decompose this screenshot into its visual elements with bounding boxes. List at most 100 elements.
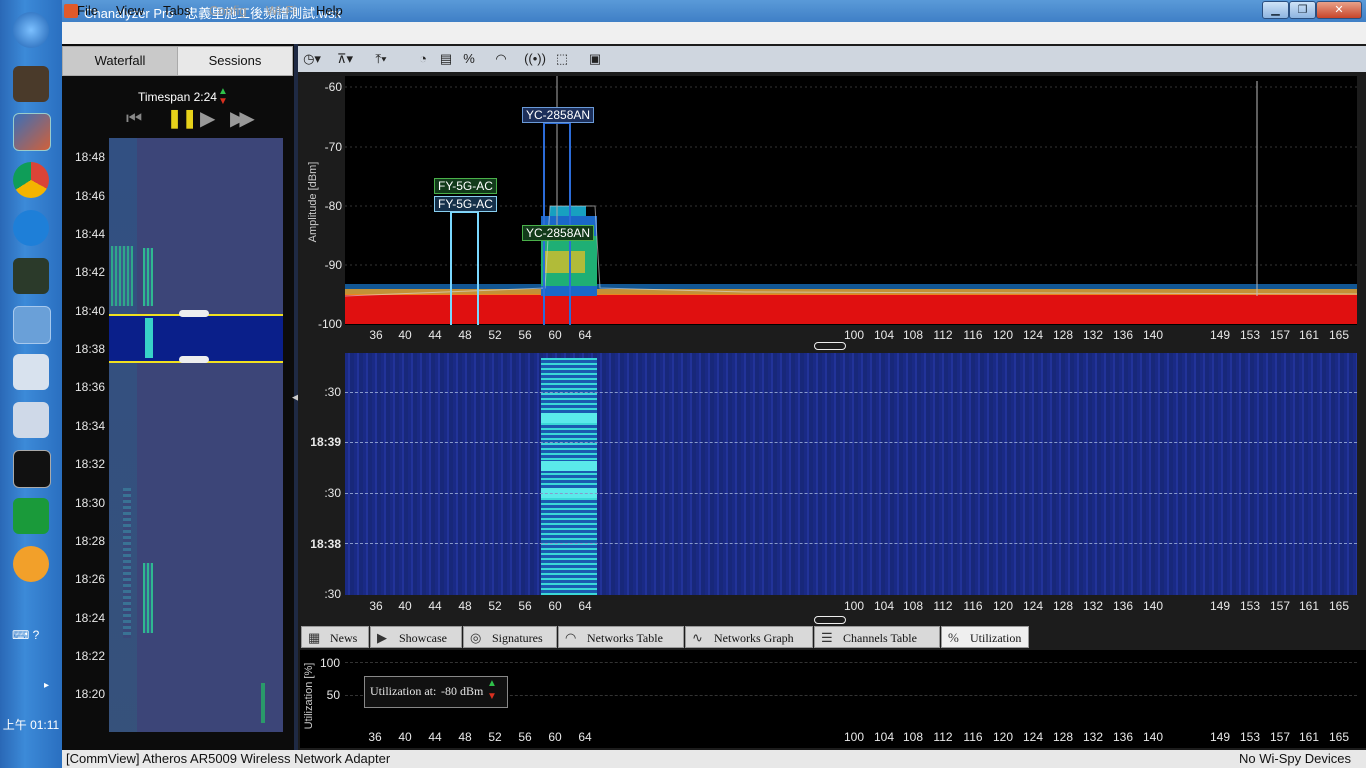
network-label[interactable]: YC-2858AN — [522, 225, 595, 241]
fast-forward-icon[interactable]: ▶▶ — [230, 106, 255, 131]
menu-config[interactable]: Config — [209, 3, 247, 18]
x-tick-label: 161 — [1298, 599, 1320, 613]
x-tick-label: 56 — [518, 599, 532, 613]
broadcast-icon[interactable]: ((•)) — [524, 49, 546, 69]
x-tick-label: 108 — [902, 328, 924, 342]
density-icon[interactable]: ▤ — [435, 49, 457, 69]
signature-icon: ◎ — [470, 630, 482, 645]
eye-app-icon[interactable] — [13, 258, 49, 294]
app-icon — [64, 4, 78, 18]
tab-sessions[interactable]: Sessions — [177, 46, 293, 76]
chrome-icon[interactable] — [13, 162, 49, 198]
select-region-icon[interactable]: ⬚ — [551, 49, 573, 69]
x-tick-label: 40 — [398, 328, 412, 342]
range-handle-top[interactable] — [179, 310, 209, 317]
cmd-icon[interactable] — [13, 450, 51, 488]
start-icon[interactable] — [13, 12, 49, 48]
paint-icon[interactable] — [13, 402, 49, 438]
pause-icon[interactable]: ❚❚ — [167, 108, 197, 129]
x-tick-label: 149 — [1209, 328, 1231, 342]
wifi-icon: ◠ — [565, 630, 577, 645]
tab-news[interactable]: ▦ News — [301, 626, 369, 648]
util-label: Utilization at: — [370, 684, 437, 698]
x-tick-label: 40 — [398, 599, 412, 613]
x-tick-label: 104 — [873, 328, 895, 342]
x-tick-label: 136 — [1112, 730, 1134, 744]
x-tick-label: 64 — [578, 328, 592, 342]
x-tick-label: 112 — [933, 599, 953, 613]
waterfall-graph[interactable] — [345, 353, 1357, 595]
adapter-status: [CommView] Atheros AR5009 Wireless Netwo… — [66, 751, 391, 766]
network-label[interactable]: FY-5G-AC — [434, 178, 497, 194]
utilization-threshold: Utilization at: -80 dBm ▲ ▼ — [364, 676, 508, 708]
x-tick-label: 52 — [488, 599, 502, 613]
status-bar: [CommView] Atheros AR5009 Wireless Netwo… — [62, 750, 1366, 768]
keyboard-icon[interactable]: ⌨ ? — [12, 628, 39, 642]
folder-icon[interactable] — [13, 306, 51, 344]
menu-tabs[interactable]: Tabs — [163, 3, 190, 18]
y-tick-label: -90 — [324, 258, 342, 272]
maximize-button[interactable]: ❐ — [1289, 1, 1316, 19]
play-icon[interactable]: ▶ — [200, 106, 215, 131]
util-value: -80 dBm — [441, 684, 484, 698]
time-label: 18:20 — [75, 687, 106, 701]
hyperterm-icon[interactable] — [13, 66, 49, 102]
tab-signatures[interactable]: ◎ Signatures — [463, 626, 557, 648]
tab-waterfall[interactable]: Waterfall — [62, 46, 178, 76]
network-label[interactable]: FY-5G-AC — [434, 196, 497, 212]
x-tick-label: 136 — [1112, 599, 1134, 613]
percent-icon[interactable]: % — [458, 49, 480, 69]
graph-resize-handle[interactable] — [814, 616, 846, 624]
tab-showcase[interactable]: ▶ Showcase — [370, 626, 462, 648]
tab-networks-table[interactable]: ◠ Networks Table — [558, 626, 684, 648]
ie-icon[interactable] — [13, 210, 49, 246]
x-tick-label: 112 — [933, 328, 953, 342]
x-tick-label: 60 — [548, 328, 562, 342]
range-handle-bottom[interactable] — [179, 356, 209, 363]
x-tick-label: 56 — [518, 328, 532, 342]
spectrum-graph[interactable]: YC-2858AN FY-5G-AC FY-5G-AC YC-2858AN — [345, 76, 1357, 325]
graph-resize-handle[interactable] — [814, 342, 846, 350]
x-tick-label: 132 — [1082, 730, 1104, 744]
threshold-down-icon[interactable]: ▼ — [487, 691, 497, 702]
minimize-button[interactable]: ▁ — [1262, 1, 1289, 19]
time-label: 18:30 — [75, 496, 106, 510]
x-tick-label: 140 — [1142, 599, 1164, 613]
windows-switch-icon[interactable] — [13, 354, 49, 390]
menu-wifi[interactable]: Wi-Fi — [266, 3, 296, 18]
menu-view[interactable]: View — [116, 3, 144, 18]
fullscreen-icon[interactable]: ▣ — [584, 49, 606, 69]
clock-icon[interactable]: ◷▾ — [301, 49, 323, 69]
percent-icon: % — [948, 630, 959, 645]
x-tick-label: 132 — [1082, 599, 1104, 613]
x-tick-label: 104 — [873, 599, 895, 613]
x-tick-label: 157 — [1269, 599, 1291, 613]
threshold-up-icon[interactable]: ▲ — [487, 678, 497, 689]
session-waterfall[interactable] — [109, 138, 283, 732]
timespan-down-icon[interactable]: ▼ — [218, 96, 228, 107]
time-label: 18:38 — [75, 342, 106, 356]
list-sort-icon: ☰ — [821, 630, 833, 645]
x-tick-label: 64 — [578, 599, 592, 613]
news-icon: ▦ — [308, 630, 321, 645]
wifi-icon[interactable]: ◠ — [490, 49, 512, 69]
x-tick-label: 124 — [1022, 730, 1044, 744]
eye-green-icon[interactable] — [13, 498, 49, 534]
gauge-icon[interactable]: ◔ — [412, 49, 434, 69]
chat-icon[interactable] — [13, 546, 49, 582]
peak-hold-icon[interactable]: ⤒▾ — [370, 49, 392, 69]
skip-back-icon[interactable]: ⏮ — [126, 108, 142, 129]
menu-file[interactable]: File — [77, 3, 98, 18]
tab-utilization[interactable]: % Utilization — [941, 626, 1029, 648]
clock[interactable]: 上午 01:11 — [0, 716, 62, 733]
chevron-right-icon[interactable]: ▸ — [44, 680, 49, 691]
chanalyzer-icon[interactable] — [13, 113, 51, 151]
tab-channels-table[interactable]: ☰ Channels Table — [814, 626, 940, 648]
tab-networks-graph[interactable]: ∿ Networks Graph — [685, 626, 813, 648]
network-label[interactable]: YC-2858AN — [522, 107, 595, 123]
zoom-fit-icon[interactable]: ⊼▾ — [334, 49, 356, 69]
menu-help[interactable]: Help — [316, 3, 343, 18]
x-tick-label: 165 — [1328, 730, 1350, 744]
time-label: 18:24 — [75, 611, 106, 625]
close-button[interactable]: ✕ — [1316, 1, 1362, 19]
